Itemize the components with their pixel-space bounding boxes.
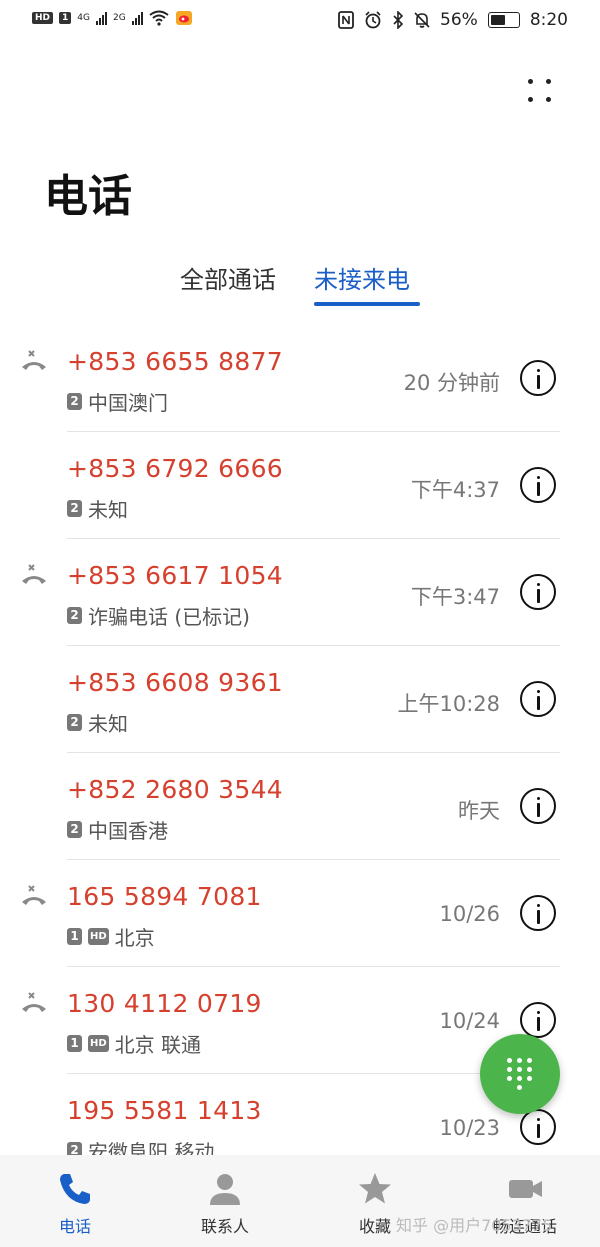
bottom-nav: 电话 联系人 收藏 畅连通话 知乎 @用户7053775 xyxy=(0,1155,600,1247)
bluetooth-icon xyxy=(393,11,404,29)
call-info-button[interactable] xyxy=(520,574,556,610)
call-row[interactable]: +852 2680 3544 2 中国香港 昨天 xyxy=(0,753,600,860)
caller-number: +852 2680 3544 xyxy=(67,775,284,804)
call-time: 10/24 xyxy=(439,1009,500,1033)
call-info-button[interactable] xyxy=(520,360,556,396)
caller-number: +853 6617 1054 xyxy=(67,561,284,590)
hd-call-badge: HD xyxy=(88,928,109,945)
alarm-icon xyxy=(365,11,381,29)
sim-badge: 2 xyxy=(67,714,82,731)
call-time: 10/26 xyxy=(439,902,500,926)
caller-location: 中国香港 xyxy=(88,819,168,843)
status-bar: HD 1 4G 2G 56% 8:20 xyxy=(0,0,600,46)
caller-location: 未知 xyxy=(88,712,128,736)
contacts-icon xyxy=(210,1174,240,1205)
caller-location: 北京 xyxy=(114,926,155,950)
clock: 8:20 xyxy=(529,10,568,30)
caller-location: 诈骗电话 (已标记) xyxy=(88,605,250,629)
battery-percent: 56% xyxy=(440,10,478,30)
caller-number: +853 6655 8877 xyxy=(67,347,284,376)
call-info-button[interactable] xyxy=(520,1002,556,1038)
call-info-button[interactable] xyxy=(520,681,556,717)
caller-location: 北京 联通 xyxy=(114,1033,202,1057)
page-title: 电话 xyxy=(44,171,132,222)
caller-number: +853 6792 6666 xyxy=(67,454,284,483)
call-info-button[interactable] xyxy=(520,895,556,931)
sim-badge: 1 xyxy=(67,928,82,945)
nav-label: 电话 xyxy=(58,1217,91,1236)
sim1-badge: 1 xyxy=(59,12,72,24)
caller-location: 中国澳门 xyxy=(88,391,168,415)
nav-phone[interactable]: 电话 xyxy=(0,1155,150,1247)
sim-badge: 1 xyxy=(67,1035,82,1052)
call-details: 2 中国澳门 xyxy=(67,387,168,416)
battery-icon xyxy=(487,12,520,28)
sim-badge: 2 xyxy=(67,607,82,624)
call-details: 1 HD 北京 xyxy=(67,922,155,951)
call-details: 1 HD 北京 联通 xyxy=(67,1029,201,1058)
dialpad-button[interactable] xyxy=(480,1034,560,1114)
call-info-button[interactable] xyxy=(520,788,556,824)
mute-icon xyxy=(414,12,430,28)
call-details: 2 未知 xyxy=(67,494,128,523)
more-options-button[interactable] xyxy=(520,76,560,108)
phone-icon xyxy=(60,1174,90,1204)
missed-call-icon xyxy=(22,564,46,584)
caller-number: +853 6608 9361 xyxy=(67,668,284,697)
sim-badge: 2 xyxy=(67,821,82,838)
missed-call-icon xyxy=(22,885,46,905)
call-details: 2 中国香港 xyxy=(67,815,168,844)
tab-missed-calls[interactable]: 未接来电 xyxy=(314,260,410,295)
call-time: 下午3:47 xyxy=(410,585,500,609)
status-left: HD 1 4G 2G xyxy=(32,10,193,26)
caller-number: 195 5581 1413 xyxy=(67,1096,262,1125)
call-time: 10/23 xyxy=(439,1116,500,1140)
missed-call-icon xyxy=(22,992,46,1012)
call-row[interactable]: 165 5894 7081 1 HD 北京 10/26 xyxy=(0,860,600,967)
call-time: 20 分钟前 xyxy=(403,371,500,395)
nav-contacts[interactable]: 联系人 xyxy=(150,1155,300,1247)
tab-all-calls[interactable]: 全部通话 xyxy=(180,260,276,295)
network-2g-label: 2G xyxy=(112,13,126,23)
call-time: 上午10:28 xyxy=(397,692,500,716)
call-row[interactable]: +853 6655 8877 2 中国澳门 20 分钟前 xyxy=(0,325,600,432)
missed-call-icon xyxy=(22,350,46,370)
caller-location: 未知 xyxy=(88,498,128,522)
call-details: 2 未知 xyxy=(67,708,128,737)
call-time: 昨天 xyxy=(458,799,500,823)
call-list: +853 6655 8877 2 中国澳门 20 分钟前 +853 6792 6… xyxy=(0,325,600,1155)
network-4g-label: 4G xyxy=(77,13,90,23)
video-call-icon xyxy=(509,1180,542,1198)
sim-badge: 2 xyxy=(67,500,82,517)
weibo-icon xyxy=(175,11,192,25)
call-time: 下午4:37 xyxy=(410,478,500,502)
nav-label: 联系人 xyxy=(200,1217,249,1236)
wifi-icon xyxy=(149,10,169,26)
caller-number: 165 5894 7081 xyxy=(67,882,262,911)
call-info-button[interactable] xyxy=(520,1109,556,1145)
watermark: 知乎 @用户7053775 xyxy=(396,1216,553,1235)
tab-bar: 全部通话 未接来电 xyxy=(0,260,600,308)
hd-call-badge: HD xyxy=(88,1035,109,1052)
tab-indicator xyxy=(314,302,420,306)
sim-badge: 2 xyxy=(67,1142,82,1155)
star-icon xyxy=(359,1173,391,1204)
status-right: 56% 8:20 xyxy=(338,10,568,30)
caller-number: 130 4112 0719 xyxy=(67,989,262,1018)
call-info-button[interactable] xyxy=(520,467,556,503)
call-details: 2 安徽阜阳 移动 xyxy=(67,1136,214,1155)
signal-icon xyxy=(95,11,107,25)
call-row[interactable]: +853 6792 6666 2 未知 下午4:37 xyxy=(0,432,600,539)
signal-icon xyxy=(131,11,143,25)
sim-badge: 2 xyxy=(67,393,82,410)
dialpad-icon xyxy=(507,1058,533,1090)
call-row[interactable]: +853 6608 9361 2 未知 上午10:28 xyxy=(0,646,600,753)
caller-location: 安徽阜阳 移动 xyxy=(88,1140,215,1155)
call-details: 2 诈骗电话 (已标记) xyxy=(67,601,250,630)
nfc-icon xyxy=(338,11,354,29)
hd-badge: HD xyxy=(32,12,54,24)
call-row[interactable]: +853 6617 1054 2 诈骗电话 (已标记) 下午3:47 xyxy=(0,539,600,646)
